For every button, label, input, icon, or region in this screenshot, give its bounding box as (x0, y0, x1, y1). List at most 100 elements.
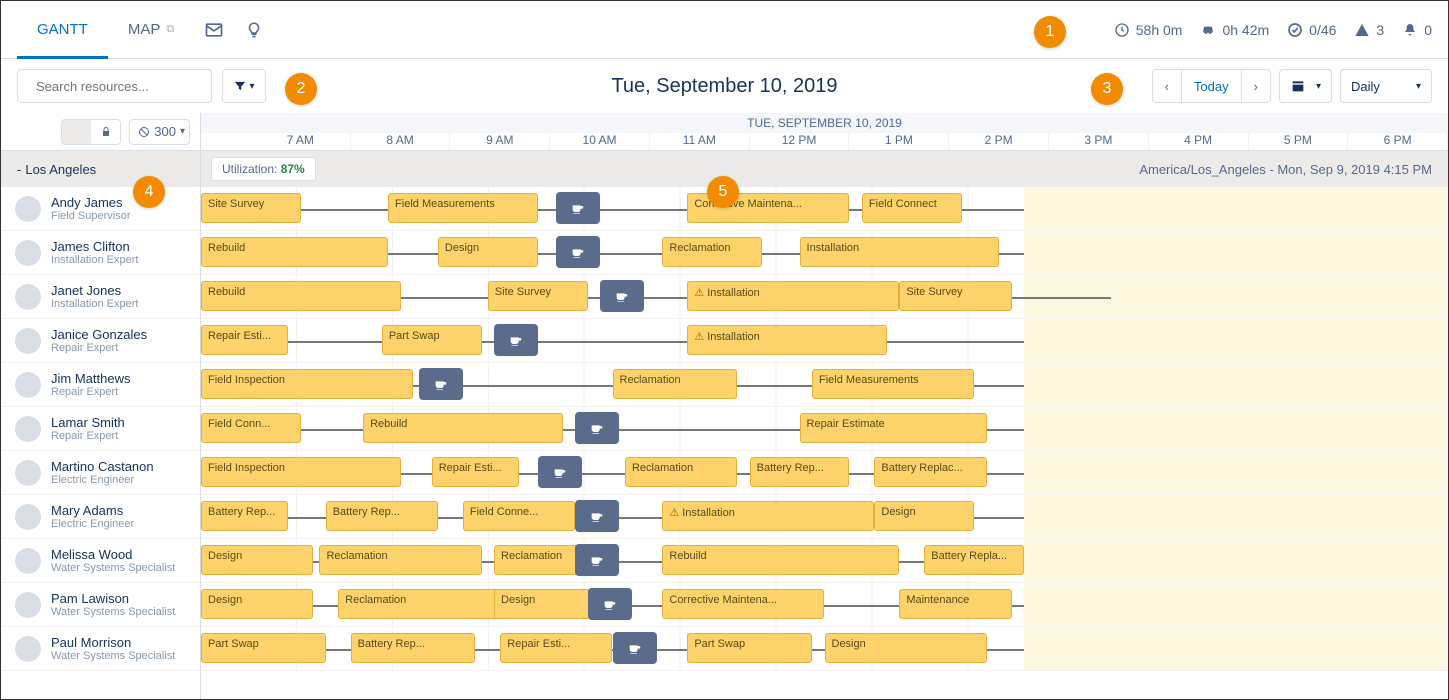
break-block[interactable] (588, 588, 632, 620)
resource-row[interactable]: Pam Lawison Water Systems Specialist (1, 583, 200, 627)
search-input[interactable] (36, 79, 212, 94)
gantt-task[interactable]: Field Inspection (201, 369, 413, 399)
gantt-task[interactable]: Design (494, 589, 594, 619)
callout-4: 4 (133, 176, 165, 208)
resource-name: Andy James (51, 195, 130, 210)
resource-row[interactable]: Mary Adams Electric Engineer (1, 495, 200, 539)
gantt-row: Field Inspection Reclamation Field Measure… (201, 363, 1448, 407)
search-input-wrapper[interactable] (17, 69, 212, 103)
left-header: 300 ▾ (1, 113, 200, 151)
avatar (15, 196, 41, 222)
resource-row[interactable]: James Clifton Installation Expert (1, 231, 200, 275)
resource-row[interactable]: Lamar Smith Repair Expert (1, 407, 200, 451)
gantt-task[interactable]: Field Conne... (463, 501, 575, 531)
view-mode-dropdown[interactable]: Daily ▾ (1340, 69, 1432, 103)
break-block[interactable] (556, 236, 600, 268)
gantt-task[interactable]: Rebuild (363, 413, 563, 443)
tab-map[interactable]: MAP⧉ (108, 1, 194, 58)
break-block[interactable] (600, 280, 644, 312)
hour-slot: 8 AM (351, 133, 451, 150)
gantt-task[interactable]: Reclamation (494, 545, 581, 575)
break-block[interactable] (556, 192, 600, 224)
gantt-row: Rebuild Design Reclamation Installation (201, 231, 1448, 275)
mail-icon[interactable] (194, 10, 234, 50)
next-day-button[interactable]: › (1242, 70, 1270, 102)
break-block[interactable] (575, 412, 619, 444)
gantt-task[interactable]: Battery Rep... (326, 501, 438, 531)
gantt-task[interactable]: Rebuild (662, 545, 899, 575)
lock-icon (91, 120, 120, 144)
gantt-task[interactable]: Battery Rep... (351, 633, 476, 663)
resource-title: Water Systems Specialist (51, 562, 175, 574)
gantt-task[interactable]: Installation (800, 237, 1000, 267)
gantt-task[interactable]: Site Survey (899, 281, 1011, 311)
gantt-task[interactable]: Design (825, 633, 987, 663)
resource-row[interactable]: Melissa Wood Water Systems Specialist (1, 539, 200, 583)
gantt-task[interactable]: Battery Replac... (874, 457, 986, 487)
gantt-task[interactable]: Site Survey (488, 281, 588, 311)
break-block[interactable] (538, 456, 582, 488)
gantt-task[interactable]: Repair Estimate (800, 413, 987, 443)
resource-row[interactable]: Janice Gonzales Repair Expert (1, 319, 200, 363)
lock-toggle[interactable] (61, 119, 121, 145)
gantt-task[interactable]: Design (201, 589, 313, 619)
break-block[interactable] (494, 324, 538, 356)
break-block[interactable] (575, 544, 619, 576)
break-block[interactable] (613, 632, 657, 664)
gantt-task[interactable]: Field Inspection (201, 457, 401, 487)
gantt-task[interactable]: Reclamation (338, 589, 500, 619)
gantt-task[interactable]: Battery Rep... (201, 501, 288, 531)
gantt-task[interactable]: Repair Esti... (432, 457, 519, 487)
utilization-badge: Utilization: 87% (211, 157, 316, 181)
gantt-task[interactable]: Reclamation (625, 457, 737, 487)
kpi-drive-value: 0h 42m (1222, 22, 1269, 38)
hour-slot: 3 PM (1049, 133, 1149, 150)
gantt-task[interactable]: Installation (687, 281, 899, 311)
gantt-task[interactable]: Maintenance (899, 589, 1011, 619)
today-button[interactable]: Today (1182, 70, 1242, 102)
gantt-task[interactable]: Battery Repla... (924, 545, 1024, 575)
gantt-task[interactable]: Field Connect (862, 193, 962, 223)
break-block[interactable] (419, 368, 463, 400)
prev-day-button[interactable]: ‹ (1153, 70, 1182, 102)
resource-row[interactable]: Janet Jones Installation Expert (1, 275, 200, 319)
gantt-task[interactable]: Corrective Maintena... (662, 589, 824, 619)
gantt-task[interactable]: Repair Esti... (201, 325, 288, 355)
resource-title: Electric Engineer (51, 474, 154, 486)
gantt-task[interactable]: Field Conn... (201, 413, 301, 443)
gantt-task[interactable]: Installation (662, 501, 874, 531)
break-block[interactable] (575, 500, 619, 532)
avatar (15, 328, 41, 354)
gantt-task[interactable]: Rebuild (201, 237, 388, 267)
gantt-task[interactable]: Rebuild (201, 281, 401, 311)
gantt-task[interactable]: Design (874, 501, 974, 531)
gantt-row: Part Swap Battery Rep... Repair Esti... Par… (201, 627, 1448, 671)
gantt-task[interactable]: Reclamation (662, 237, 762, 267)
callout-2: 2 (285, 73, 317, 105)
gantt-task[interactable]: Part Swap (687, 633, 812, 663)
gantt-task[interactable]: Reclamation (613, 369, 738, 399)
resource-row[interactable]: Andy James Field Supervisor (1, 187, 200, 231)
gantt-task[interactable]: Battery Rep... (750, 457, 850, 487)
calendar-dropdown[interactable]: ▾ (1279, 69, 1332, 103)
tab-gantt[interactable]: GANTT (17, 1, 108, 58)
resource-row[interactable]: Jim Matthews Repair Expert (1, 363, 200, 407)
resource-row[interactable]: Martino Castanon Electric Engineer (1, 451, 200, 495)
gantt-task[interactable]: Design (438, 237, 538, 267)
gantt-task[interactable]: Part Swap (382, 325, 482, 355)
gantt-task[interactable]: Installation (687, 325, 887, 355)
gantt-task[interactable]: Field Measurements (812, 369, 974, 399)
gantt-task[interactable]: Part Swap (201, 633, 326, 663)
gantt-task[interactable]: Reclamation (319, 545, 481, 575)
lightbulb-icon[interactable] (234, 10, 274, 50)
gantt-task[interactable]: Site Survey (201, 193, 301, 223)
resource-count-dropdown[interactable]: 300 ▾ (129, 119, 190, 145)
gantt-task[interactable]: Design (201, 545, 313, 575)
territory-row[interactable]: - Los Angeles (1, 151, 200, 187)
hour-slot: 4 PM (1149, 133, 1249, 150)
kpi-alerts-value: 0 (1424, 22, 1432, 38)
gantt-task[interactable]: Field Measurements (388, 193, 538, 223)
filter-button[interactable]: ▾ (222, 69, 266, 103)
gantt-task[interactable]: Repair Esti... (500, 633, 612, 663)
resource-row[interactable]: Paul Morrison Water Systems Specialist (1, 627, 200, 671)
